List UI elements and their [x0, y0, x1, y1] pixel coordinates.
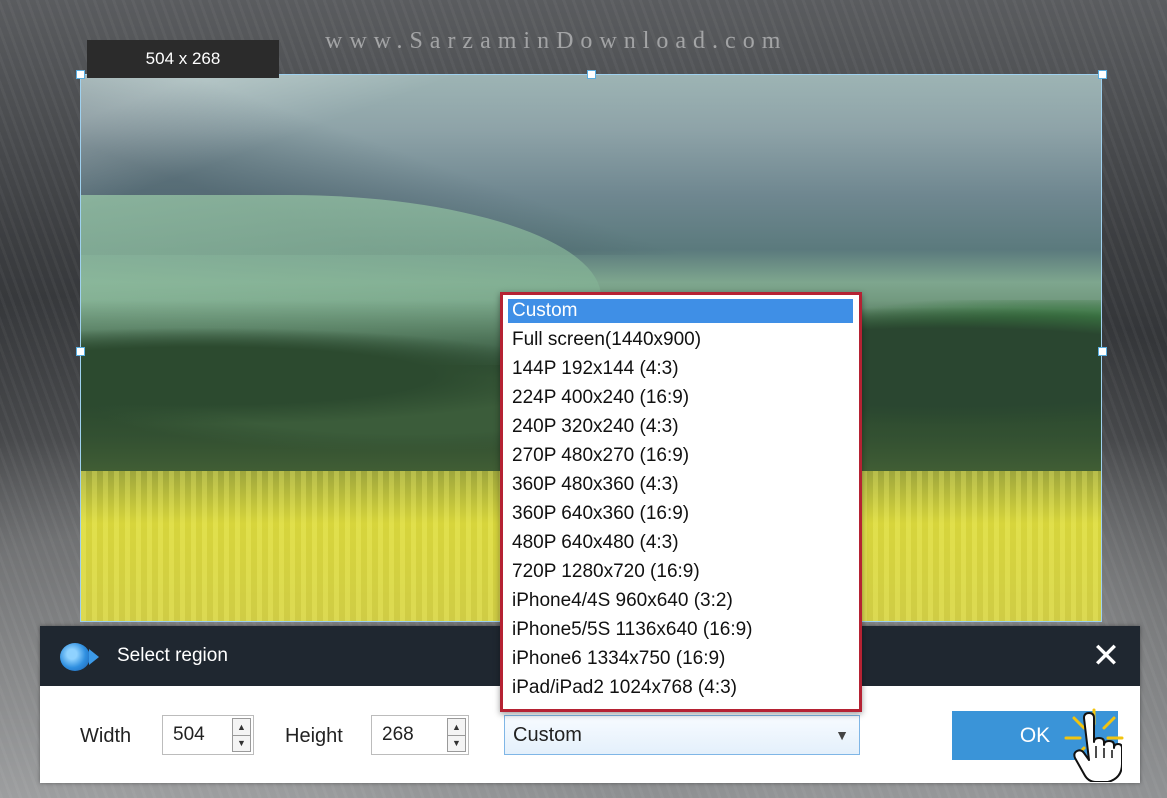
preset-dropdown-list: Custom Full screen(1440x900) 144P 192x14…	[500, 292, 862, 712]
height-stepper[interactable]: 268 ▲ ▼	[371, 715, 469, 755]
dropdown-option[interactable]: iPhone4/4S 960x640 (3:2)	[508, 589, 853, 613]
dropdown-option[interactable]: 240P 320x240 (4:3)	[508, 415, 853, 439]
dialog-title: Select region	[117, 645, 228, 666]
resize-handle-top-left[interactable]	[76, 70, 85, 79]
hand-pointer-icon	[1073, 712, 1122, 782]
dropdown-option[interactable]: 720P 1280x720 (16:9)	[508, 560, 853, 584]
dropdown-option[interactable]: 480P 640x480 (4:3)	[508, 531, 853, 555]
resize-handle-top-right[interactable]	[1098, 70, 1107, 79]
region-size-label: 504 x 268	[87, 40, 279, 78]
dropdown-option[interactable]: 224P 400x240 (16:9)	[508, 386, 853, 410]
watermark-text: www.SarzaminDownload.com	[325, 28, 788, 54]
preset-select[interactable]: Custom ▼	[504, 715, 860, 755]
width-label: Width	[80, 725, 132, 747]
dropdown-option[interactable]: 144P 192x144 (4:3)	[508, 357, 853, 381]
resize-handle-left[interactable]	[76, 347, 85, 356]
close-button[interactable]: ✕	[1086, 626, 1126, 686]
dropdown-option[interactable]: Full screen(1440x900)	[508, 328, 853, 352]
width-stepper[interactable]: 504 ▲ ▼	[162, 715, 254, 755]
dropdown-option[interactable]: 360P 480x360 (4:3)	[508, 473, 853, 497]
height-spin-buttons[interactable]: ▲ ▼	[447, 718, 466, 752]
dropdown-option[interactable]: iPad/iPad2 1024x768 (4:3)	[508, 676, 853, 700]
height-input[interactable]: 268	[382, 716, 414, 754]
dropdown-option[interactable]: 270P 480x270 (16:9)	[508, 444, 853, 468]
dropdown-option[interactable]: iPhone6 1334x750 (16:9)	[508, 647, 853, 671]
arrow-up-icon[interactable]: ▲	[233, 719, 250, 736]
video-camera-icon	[60, 643, 99, 671]
height-label: Height	[285, 725, 343, 747]
width-input[interactable]: 504	[173, 716, 205, 754]
arrow-up-icon[interactable]: ▲	[448, 719, 465, 736]
resize-handle-right[interactable]	[1098, 347, 1107, 356]
arrow-down-icon[interactable]: ▼	[233, 735, 250, 751]
width-spin-buttons[interactable]: ▲ ▼	[232, 718, 251, 752]
dropdown-option-custom[interactable]: Custom	[508, 299, 853, 323]
dropdown-option[interactable]: iPhone5/5S 1136x640 (16:9)	[508, 618, 853, 642]
arrow-down-icon[interactable]: ▼	[448, 735, 465, 751]
chevron-down-icon[interactable]: ▼	[835, 716, 849, 754]
preset-selected-value: Custom	[513, 724, 582, 746]
resize-handle-top[interactable]	[587, 70, 596, 79]
dropdown-option[interactable]: 360P 640x360 (16:9)	[508, 502, 853, 526]
